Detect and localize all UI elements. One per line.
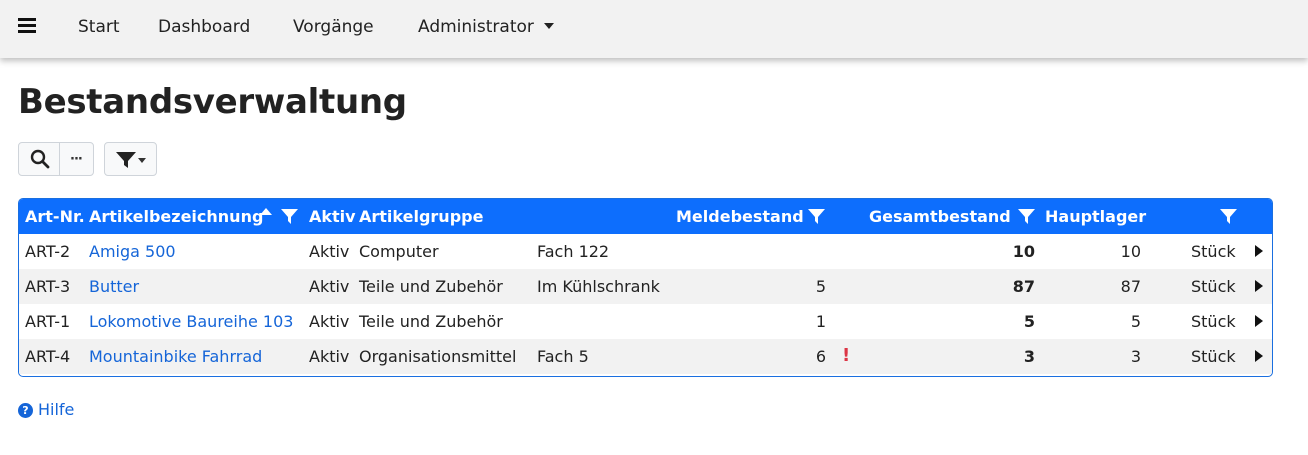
cell-artikel-link[interactable]: Butter	[89, 277, 139, 296]
cell-einheit: Stück	[1191, 277, 1236, 296]
table-row[interactable]: ART-3 Butter Aktiv Teile und Zubehör Im …	[19, 269, 1272, 304]
help-link[interactable]: ? Hilfe	[18, 400, 74, 419]
hamburger-icon[interactable]	[18, 18, 38, 36]
chevron-down-icon	[138, 158, 146, 163]
table-row[interactable]: ART-1 Lokomotive Baureihe 103 Aktiv Teil…	[19, 304, 1272, 339]
cell-gesamtbestand: 3	[1023, 347, 1035, 366]
cell-lagerort: Im Kühlschrank	[537, 277, 660, 296]
search-button[interactable]	[18, 142, 60, 176]
caret-right-icon[interactable]	[1255, 280, 1263, 292]
cell-artikel-link[interactable]: Mountainbike Fahrrad	[89, 347, 262, 366]
inventory-table: Art-Nr. Artikelbezeichnung Aktiv Artikel…	[18, 198, 1273, 377]
warning-icon: !	[842, 345, 851, 366]
cell-art-nr: ART-3	[25, 277, 71, 296]
filter-icon[interactable]	[808, 209, 825, 224]
cell-einheit: Stück	[1191, 347, 1236, 366]
filter-icon	[116, 152, 136, 168]
cell-hauptlager: 5	[1130, 312, 1141, 331]
caret-right-icon[interactable]	[1255, 245, 1263, 257]
more-icon: ···	[70, 152, 83, 167]
cell-lagerort: Fach 5	[537, 347, 589, 366]
filter-icon[interactable]	[281, 209, 298, 224]
column-artikelbezeichnung[interactable]: Artikelbezeichnung	[89, 207, 263, 226]
cell-aktiv: Aktiv	[309, 347, 350, 366]
column-gesamtbestand[interactable]: Gesamtbestand	[869, 207, 1011, 226]
cell-einheit: Stück	[1191, 242, 1236, 261]
cell-gesamtbestand: 87	[1012, 277, 1035, 296]
column-art-nr[interactable]: Art-Nr.	[25, 207, 85, 226]
cell-artikel-link[interactable]: Lokomotive Baureihe 103	[89, 312, 293, 331]
cell-aktiv: Aktiv	[309, 312, 350, 331]
cell-artikel-link[interactable]: Amiga 500	[89, 242, 176, 261]
cell-meldebestand: 5	[815, 277, 826, 296]
table-header: Art-Nr. Artikelbezeichnung Aktiv Artikel…	[19, 199, 1272, 234]
column-meldebestand[interactable]: Meldebestand	[676, 207, 804, 226]
cell-gesamtbestand: 5	[1023, 312, 1035, 331]
table-row[interactable]: ART-4 Mountainbike Fahrrad Aktiv Organis…	[19, 339, 1272, 374]
cell-gesamtbestand: 10	[1012, 242, 1035, 261]
cell-hauptlager: 3	[1130, 347, 1141, 366]
cell-meldebestand: 6	[815, 347, 826, 366]
filter-icon[interactable]	[1220, 209, 1237, 224]
search-icon	[30, 149, 50, 169]
column-aktiv[interactable]: Aktiv	[309, 207, 356, 226]
column-hauptlager[interactable]: Hauptlager	[1045, 207, 1146, 226]
cell-lagerort: Fach 122	[537, 242, 610, 261]
cell-hauptlager: 87	[1120, 277, 1141, 296]
cell-art-nr: ART-4	[25, 347, 71, 366]
cell-einheit: Stück	[1191, 312, 1236, 331]
nav-administrator-label: Administrator	[418, 17, 534, 37]
nav-start[interactable]: Start	[78, 17, 120, 37]
caret-right-icon[interactable]	[1255, 350, 1263, 362]
nav-vorgaenge[interactable]: Vorgänge	[293, 17, 374, 37]
cell-artikelgruppe: Computer	[359, 242, 439, 261]
cell-art-nr: ART-2	[25, 242, 71, 261]
cell-artikelgruppe: Teile und Zubehör	[359, 312, 503, 331]
filter-icon[interactable]	[1018, 209, 1035, 224]
sort-asc-icon[interactable]	[260, 208, 272, 215]
help-circle-icon: ?	[18, 403, 33, 418]
table-row[interactable]: ART-2 Amiga 500 Aktiv Computer Fach 122 …	[19, 234, 1272, 269]
chevron-down-icon	[543, 23, 554, 29]
page-title: Bestandsverwaltung	[18, 82, 407, 122]
cell-meldebestand: 1	[815, 312, 826, 331]
help-label: Hilfe	[38, 400, 75, 419]
cell-aktiv: Aktiv	[309, 277, 350, 296]
cell-hauptlager: 10	[1120, 242, 1141, 261]
cell-aktiv: Aktiv	[309, 242, 350, 261]
column-artikelgruppe[interactable]: Artikelgruppe	[359, 207, 483, 226]
nav-dashboard[interactable]: Dashboard	[158, 17, 250, 37]
more-button[interactable]: ···	[59, 142, 94, 176]
cell-artikelgruppe: Teile und Zubehör	[359, 277, 503, 296]
navbar: Start Dashboard Vorgänge Administrator	[0, 0, 1308, 58]
caret-right-icon[interactable]	[1255, 315, 1263, 327]
cell-art-nr: ART-1	[25, 312, 71, 331]
cell-artikelgruppe: Organisationsmittel	[359, 347, 517, 366]
filter-dropdown-button[interactable]	[104, 142, 157, 176]
nav-administrator-dropdown[interactable]: Administrator	[418, 17, 554, 37]
